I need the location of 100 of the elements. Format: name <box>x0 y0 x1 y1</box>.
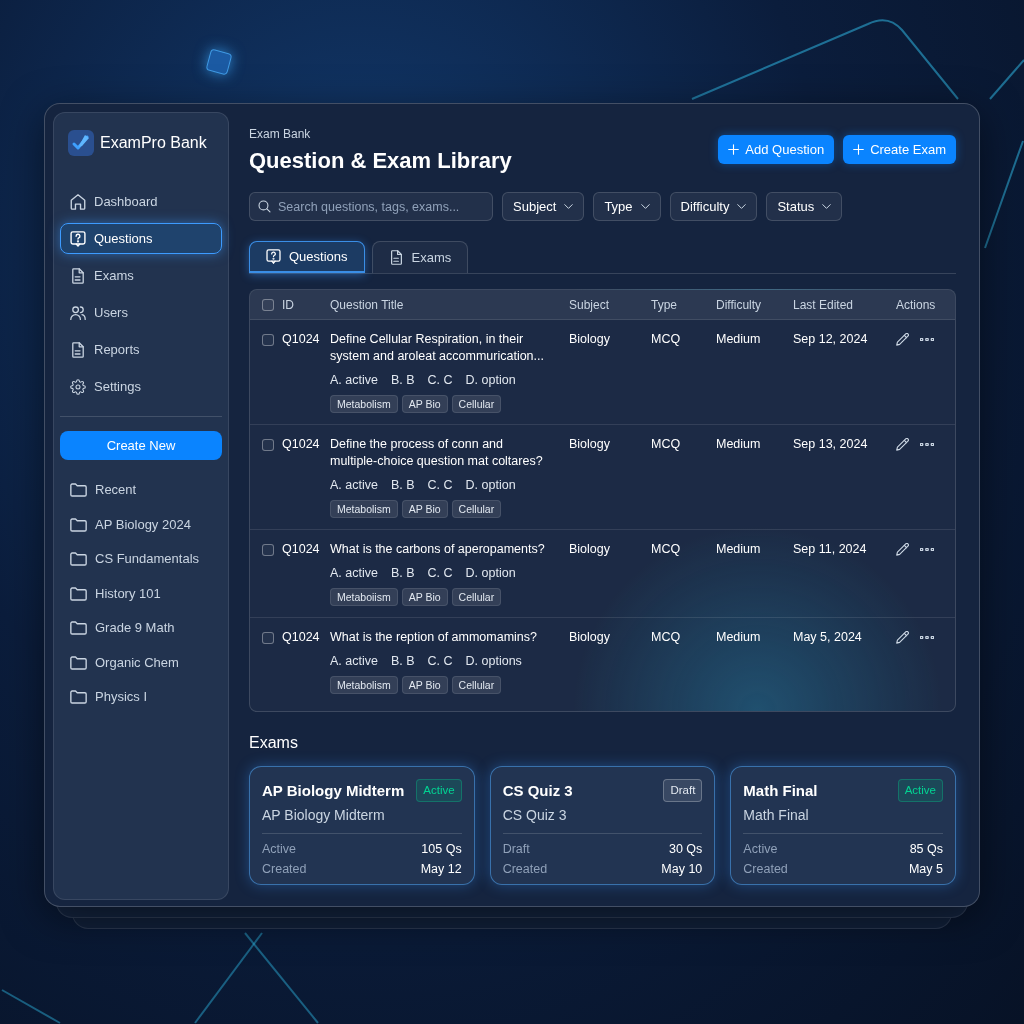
folder-item[interactable]: Physics I <box>60 684 222 710</box>
tag-chip: Cellular <box>451 395 502 413</box>
question-id: Q1024 <box>282 436 321 453</box>
folder-icon <box>70 517 87 532</box>
question-title[interactable]: Define Cellular Respiration, in their system and aroleat accommurication... <box>330 331 550 365</box>
question-id: Q1024 <box>282 331 321 348</box>
folder-item[interactable]: Organic Chem <box>60 649 222 676</box>
help-icon <box>266 249 281 264</box>
checkbox[interactable] <box>262 334 274 346</box>
chevron-down-icon <box>564 204 574 209</box>
nav-item[interactable]: Reports <box>60 334 222 365</box>
status-badge: Draft <box>663 779 703 803</box>
folder-item[interactable]: Recent <box>60 477 222 503</box>
date-cell-text: Sep 12, 2024 <box>793 331 869 348</box>
tag-chip: Metabolism <box>330 500 398 518</box>
checkbox[interactable] <box>262 632 274 644</box>
status-badge: Active <box>897 779 943 803</box>
filter-dropdown[interactable]: Type <box>593 192 661 221</box>
subject-cell-text: Biology <box>569 541 611 558</box>
checkbox[interactable] <box>262 544 274 556</box>
answer-option: C. C <box>427 372 453 389</box>
difficulty-cell-text: Medium <box>716 436 762 453</box>
chevron-down-icon <box>640 204 650 209</box>
tab[interactable]: Exams <box>371 241 469 273</box>
tag-chip: Cellular <box>451 500 502 518</box>
settings-icon <box>70 378 86 395</box>
created-date: May 10 <box>661 861 703 878</box>
primary-button[interactable]: Create Exam <box>843 135 956 164</box>
folder-item[interactable]: AP Biology 2024 <box>60 511 222 538</box>
exam-card[interactable]: AP Biology Midterm Active AP Biology Midterm Active 105 Qs Created May 12 <box>249 766 475 885</box>
filter-dropdown[interactable]: Status <box>766 192 843 221</box>
pencil-icon[interactable] <box>896 543 909 556</box>
chevron-down-icon <box>737 204 747 209</box>
more-icon[interactable] <box>920 636 934 639</box>
question-title[interactable]: Define the process of conn and multiple-choice question mat coltares? <box>330 436 550 470</box>
column-header: Last Edited <box>793 296 855 314</box>
exam-card[interactable]: Math Final Active Math Final Active 85 Qs Created May 5 <box>730 766 956 885</box>
exam-card[interactable]: CS Quiz 3 Draft CS Quiz 3 Draft 30 Qs Created May 10 <box>489 766 716 885</box>
date-cell-text: Sep 13, 2024 <box>793 436 869 453</box>
question-title[interactable]: What is the carbons of aperopaments? <box>330 541 545 558</box>
nav-item[interactable]: Dashboard <box>60 186 222 217</box>
glowing-tile-shape <box>205 48 233 76</box>
more-icon[interactable] <box>920 443 934 446</box>
app-name: ExamPro Bank <box>100 133 207 153</box>
exam-subtitle: CS Quiz 3 <box>502 806 568 825</box>
question-id: Q1024 <box>282 629 321 646</box>
answer-option: D. option <box>465 477 516 494</box>
status-badge: Active <box>416 779 462 803</box>
pencil-icon[interactable] <box>896 333 909 346</box>
status-label: Active <box>262 841 297 858</box>
nav-item[interactable]: Exams <box>60 260 222 291</box>
section-heading: Exams <box>249 733 299 753</box>
pencil-icon[interactable] <box>896 631 909 644</box>
column-header: Question Title <box>330 296 405 314</box>
folder-item[interactable]: History 101 <box>60 580 222 607</box>
folder-item[interactable]: Grade 9 Math <box>60 615 222 641</box>
question-id: Q1024 <box>282 541 321 558</box>
tag-chip: AP Bio <box>401 500 448 518</box>
folder-item[interactable]: CS Fundamentals <box>60 546 222 572</box>
answer-option: A. active <box>330 372 378 389</box>
nav-item[interactable]: Settings <box>60 371 222 402</box>
column-header: Subject <box>569 296 611 314</box>
type-cell-text: MCQ <box>651 629 682 646</box>
question-count: 85 Qs <box>909 841 943 858</box>
document-icon <box>388 250 404 265</box>
more-icon[interactable] <box>920 338 934 341</box>
filter-dropdown[interactable]: Subject <box>502 192 585 221</box>
column-header: Difficulty <box>716 296 763 314</box>
date-cell-text: May 5, 2024 <box>793 629 863 646</box>
folder-icon <box>70 552 87 566</box>
exam-subtitle: AP Biology Midterm <box>262 806 386 825</box>
nav-item[interactable]: Users <box>60 297 222 328</box>
status-label: Active <box>743 841 778 858</box>
created-label: Created <box>743 861 788 878</box>
filter-dropdown[interactable]: Difficulty <box>669 192 758 221</box>
exam-subtitle: Math Final <box>743 806 810 825</box>
checkbox[interactable] <box>262 439 274 451</box>
pencil-icon[interactable] <box>896 438 909 451</box>
answer-option: B. B <box>390 565 415 582</box>
answer-option: C. C <box>427 477 453 494</box>
tab[interactable]: Questions <box>249 241 365 273</box>
question-title[interactable]: What is the reption of ammomamins? <box>330 629 538 646</box>
checkbox[interactable] <box>262 298 274 311</box>
difficulty-cell-text: Medium <box>716 541 762 558</box>
more-icon[interactable] <box>920 548 934 551</box>
created-label: Created <box>502 861 548 878</box>
answer-option: C. C <box>427 565 453 582</box>
type-cell-text: MCQ <box>651 436 682 453</box>
column-header: Type <box>651 296 678 314</box>
question-count: 105 Qs <box>421 841 462 858</box>
question-count: 30 Qs <box>668 841 703 858</box>
search-icon <box>258 200 271 213</box>
nav-item[interactable]: Questions <box>60 223 222 254</box>
tag-chip: Metabolism <box>330 395 398 413</box>
folder-icon <box>70 586 87 601</box>
primary-button[interactable]: Add Question <box>718 135 835 164</box>
exam-title: CS Quiz 3 <box>502 780 573 801</box>
subject-cell-text: Biology <box>569 629 611 646</box>
answer-option: B. B <box>390 653 415 670</box>
create-new-button[interactable]: Create New <box>60 431 222 460</box>
